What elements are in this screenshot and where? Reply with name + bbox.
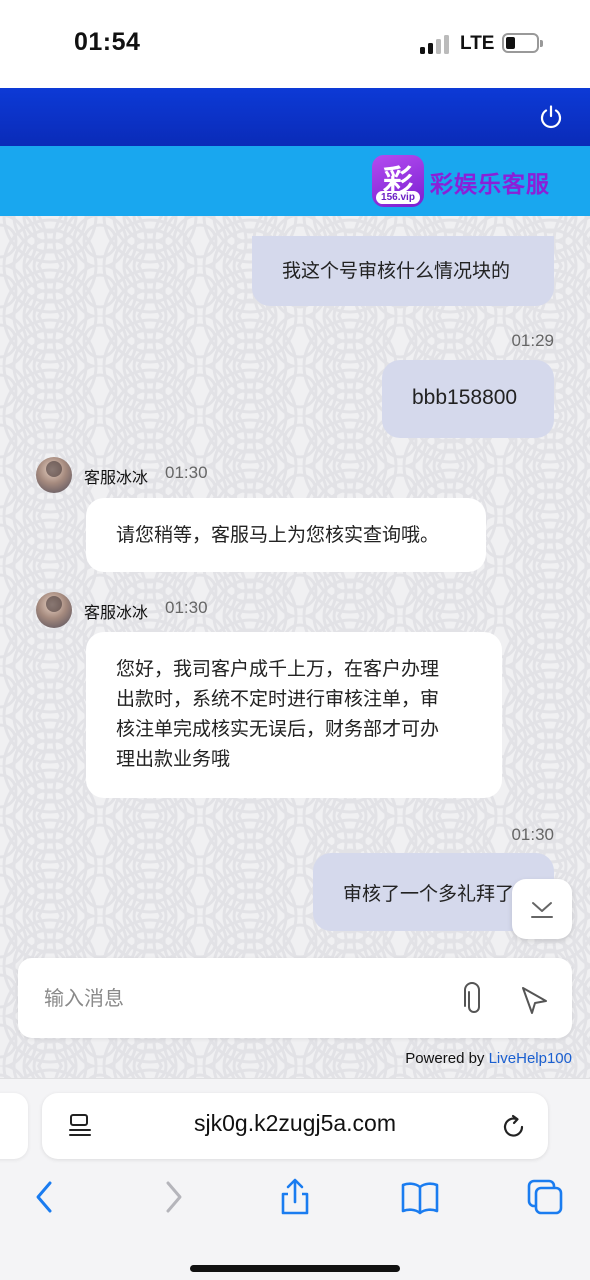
paperclip-icon[interactable] — [460, 982, 488, 1016]
agent-header: 客服冰冰 01:30 — [36, 592, 276, 628]
message-line: 核注单完成核实无误后，财务部才可办 — [116, 718, 440, 740]
power-icon[interactable] — [538, 104, 564, 130]
back-icon[interactable] — [26, 1177, 66, 1217]
agent-avatar — [36, 457, 72, 493]
cellular-signal-icon — [420, 34, 450, 54]
battery-icon — [502, 33, 543, 53]
message-line: 理出款业务哦 — [116, 748, 231, 770]
brand-logo: 彩 156.vip — [372, 155, 424, 207]
share-icon[interactable] — [275, 1177, 315, 1217]
message-time: 01:30 — [165, 463, 208, 482]
tabs-icon[interactable] — [525, 1177, 565, 1217]
message-text: 请您稍等，客服马上为您核实查询哦。 — [116, 524, 440, 546]
message-composer — [18, 958, 572, 1038]
outgoing-message: 我这个号审核什么情况块的 — [252, 236, 554, 306]
agent-header: 客服冰冰 01:30 — [36, 457, 276, 493]
message-time: 01:30 — [165, 598, 208, 617]
address-bar[interactable]: sjk0g.k2zugj5a.com — [42, 1093, 548, 1159]
incoming-message: 您好，我司客户成千上万，在客户办理 出款时，系统不定时进行审核注单，审 核注单完… — [86, 632, 502, 798]
message-text: 我这个号审核什么情况块的 — [282, 260, 511, 282]
send-icon[interactable] — [518, 984, 550, 1016]
agent-avatar — [36, 592, 72, 628]
home-indicator — [190, 1265, 400, 1272]
scroll-to-bottom-button[interactable] — [512, 879, 572, 939]
message-line: 您好，我司客户成千上万，在客户办理 — [116, 658, 440, 680]
outgoing-message: bbb158800 — [382, 360, 554, 438]
message-time: 01:29 — [511, 331, 554, 350]
previous-tab-edge[interactable] — [0, 1093, 28, 1159]
agent-name: 客服冰冰 — [84, 603, 149, 622]
message-input[interactable] — [44, 982, 424, 1014]
browser-toolbar: sjk0g.k2zugj5a.com — [0, 1078, 590, 1280]
forward-icon[interactable] — [152, 1177, 192, 1217]
message-text: 审核了一个多礼拜了 — [343, 883, 515, 905]
brand-logo-sub: 156.vip — [376, 191, 420, 204]
bookmarks-icon[interactable] — [400, 1177, 440, 1217]
chevron-down-icon — [531, 902, 553, 918]
message-text: bbb158800 — [412, 386, 518, 409]
message-text: 您好，我司客户成千上万，在客户办理 出款时，系统不定时进行审核注单，审 核注单完… — [116, 654, 439, 774]
top-band — [0, 88, 590, 146]
incoming-message: 请您稍等，客服马上为您核实查询哦。 — [86, 498, 486, 572]
network-type: LTE — [460, 33, 495, 54]
powered-prefix: Powered by — [405, 1050, 485, 1067]
message-time: 01:30 — [511, 825, 554, 844]
url-text[interactable]: sjk0g.k2zugj5a.com — [102, 1110, 488, 1137]
chat-area[interactable]: 我这个号审核什么情况块的 01:29 bbb158800 客服冰冰 01:30 … — [0, 216, 590, 1078]
reader-mode-icon[interactable] — [68, 1113, 92, 1139]
agent-name: 客服冰冰 — [84, 468, 149, 487]
brand-band: 彩 156.vip 彩娱乐客服 — [0, 146, 590, 216]
brand-name: 彩娱乐客服 — [430, 172, 550, 198]
powered-by: Powered by LiveHelp100 — [405, 1050, 572, 1067]
status-bar: 01:54 LTE — [0, 0, 590, 88]
message-line: 出款时，系统不定时进行审核注单，审 — [116, 688, 440, 710]
status-time: 01:54 — [74, 28, 141, 56]
reload-icon[interactable] — [500, 1113, 528, 1141]
livehelp-link[interactable]: LiveHelp100 — [489, 1050, 572, 1067]
